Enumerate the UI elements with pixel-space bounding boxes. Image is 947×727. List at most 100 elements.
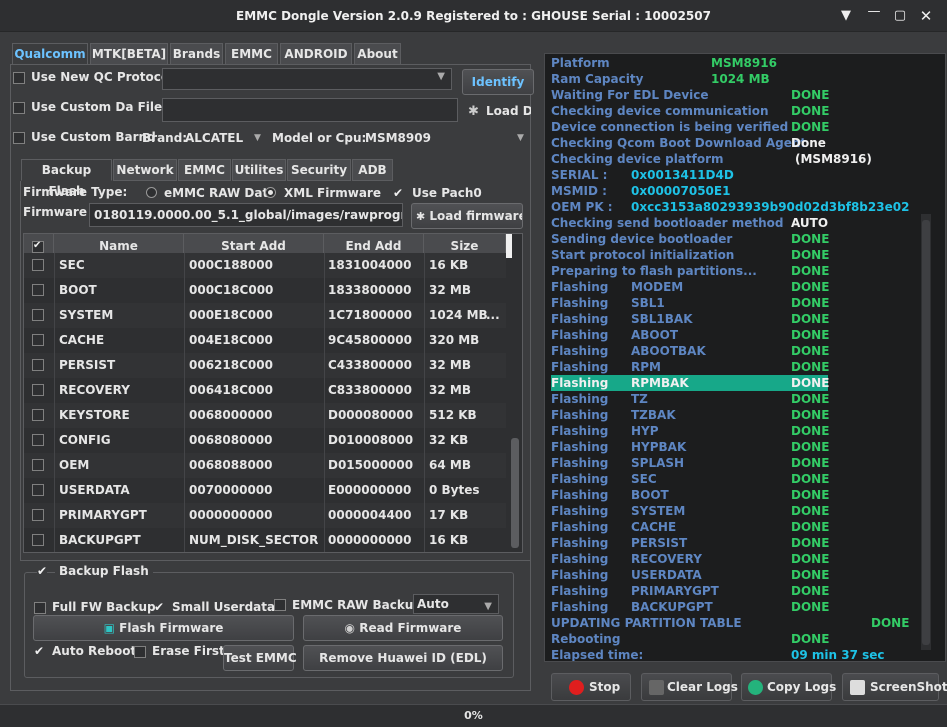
backup-flash-checkbox[interactable]: ✔	[37, 565, 48, 577]
log-key: UPDATING PARTITION TABLE	[551, 616, 742, 630]
column-divider	[184, 528, 185, 552]
load-da-button[interactable]: Load Da	[486, 104, 531, 118]
cell-end: 1C71800000	[328, 308, 412, 322]
scrollbar-thumb[interactable]	[511, 438, 519, 548]
copy-logs-button[interactable]: Copy Logs	[741, 673, 836, 701]
small-userdata-checkbox[interactable]: ✔	[154, 601, 164, 613]
log-value: DONE	[791, 456, 830, 470]
table-row[interactable]: BACKUPGPT NUM_DISK_SECTOR... 0000000000 16 …	[24, 528, 506, 552]
cell-name: USERDATA	[59, 483, 130, 497]
flash-firmware-label: Flash Firmware	[119, 621, 224, 635]
row-checkbox[interactable]	[32, 434, 44, 446]
emmc-raw-radio[interactable]	[146, 187, 157, 198]
row-checkbox[interactable]	[32, 309, 44, 321]
clear-logs-button[interactable]: Clear Logs	[641, 673, 738, 701]
subtab-network[interactable]: Network	[113, 159, 177, 181]
table-row[interactable]: KEYSTORE 0068000000 D000080000 512 KB	[24, 403, 506, 428]
identify-button[interactable]: Identify	[462, 69, 534, 95]
close-icon[interactable]: ✕	[916, 6, 936, 26]
row-checkbox[interactable]	[32, 459, 44, 471]
table-scrollbar[interactable]	[508, 258, 522, 552]
progress-text: 0%	[464, 709, 483, 722]
subtab-security[interactable]: Security	[287, 159, 351, 181]
use-custom-da-checkbox[interactable]	[13, 102, 25, 114]
log-scrollbar-thumb[interactable]	[922, 220, 930, 645]
custom-da-path-input[interactable]	[162, 98, 458, 122]
subtab-backup-flash[interactable]: Backup Flash	[21, 159, 112, 198]
tab-android[interactable]: ANDROID	[280, 43, 352, 65]
auto-reboot-checkbox[interactable]: ✔	[34, 645, 44, 657]
load-firmware-button[interactable]: ✱ Load firmware fi	[411, 203, 523, 229]
row-checkbox[interactable]	[32, 534, 44, 546]
table-row[interactable]: SEC 000C188000 1831004000 16 KB	[24, 253, 506, 278]
row-checkbox[interactable]	[32, 384, 44, 396]
model-select[interactable]: MSM8909	[365, 131, 431, 145]
read-firmware-button[interactable]: ◉ Read Firmware	[303, 615, 503, 641]
table-row[interactable]: OEM 0068088000 D015000000 64 MB	[24, 453, 506, 478]
chevron-down-icon: ▼	[484, 601, 492, 612]
backup-mode-select[interactable]: Auto ▼	[413, 594, 499, 614]
erase-first-checkbox[interactable]	[134, 646, 146, 658]
use-new-qc-protocol-checkbox[interactable]	[13, 72, 25, 84]
log-partition: SBL1	[631, 296, 665, 310]
subtab-utilites[interactable]: Utilites	[232, 159, 286, 181]
stop-button[interactable]: Stop	[551, 673, 631, 701]
row-checkbox[interactable]	[32, 284, 44, 296]
row-checkbox[interactable]	[32, 259, 44, 271]
row-checkbox[interactable]	[32, 334, 44, 346]
cell-start: 004E18C000	[189, 333, 273, 347]
cell-name: CONFIG	[59, 433, 111, 447]
table-row[interactable]: BOOT 000C18C000 1833800000 32 MB	[24, 278, 506, 303]
flash-firmware-button[interactable]: ▣ Flash Firmware	[33, 615, 294, 641]
column-divider	[184, 478, 185, 503]
log-value: DONE	[791, 328, 830, 342]
row-checkbox[interactable]	[32, 409, 44, 421]
table-row[interactable]: USERDATA 0070000000 E000000000 0 Bytes	[24, 478, 506, 503]
remove-huawei-id-button[interactable]: Remove Huawei ID (EDL)	[303, 645, 503, 671]
full-fw-backup-checkbox[interactable]	[34, 602, 46, 614]
log-value: DONE	[791, 584, 830, 598]
row-checkbox[interactable]	[32, 359, 44, 371]
log-key: OEM PK :	[551, 200, 613, 214]
firmware-path-input[interactable]: 0180119.0000.00_5.1_global/images/rawpro…	[89, 203, 403, 227]
table-row[interactable]: SYSTEM 000E18C000 1C71800000 1024 MB...	[24, 303, 506, 328]
log-value: 0xcc3153a80293939b90d02d3bf8b23e02	[631, 200, 910, 214]
tab-brands[interactable]: Brands	[170, 43, 223, 65]
qc-protocol-select[interactable]: ▼	[162, 68, 452, 90]
log-key: Flashing	[551, 344, 609, 358]
title-bar: EMMC Dongle Version 2.0.9 Registered to …	[0, 0, 947, 32]
menu-chevron-icon[interactable]: ▼	[836, 6, 856, 26]
tab-about[interactable]: About	[354, 43, 401, 65]
row-checkbox[interactable]	[32, 484, 44, 496]
column-divider	[54, 428, 55, 453]
disc-icon: ◉	[344, 621, 356, 635]
column-divider	[184, 503, 185, 528]
xml-firmware-radio[interactable]	[265, 187, 276, 198]
table-row[interactable]: PERSIST 006218C000 C433800000 32 MB	[24, 353, 506, 378]
minimize-icon[interactable]: —	[864, 2, 884, 22]
table-row[interactable]: CONFIG 0068080000 D010008000 32 KB	[24, 428, 506, 453]
chevron-down-icon: ▼	[437, 71, 445, 82]
table-row[interactable]: PRIMARYGPT 0000000000 0000004400 17 KB	[24, 503, 506, 528]
column-divider	[54, 328, 55, 353]
cell-end: 1833800000	[328, 283, 412, 297]
brand-select[interactable]: ALCATEL	[185, 131, 243, 145]
use-custom-brand-checkbox[interactable]	[13, 132, 25, 144]
subtab-adb[interactable]: ADB	[352, 159, 393, 181]
table-row[interactable]: CACHE 004E18C000 9C45800000 320 MB	[24, 328, 506, 353]
tab-mtk-beta[interactable]: MTK[BETA]	[90, 43, 168, 65]
tab-qualcomm[interactable]: Qualcomm	[12, 43, 88, 65]
log-value: 1024 MB	[711, 72, 770, 86]
table-row[interactable]: RECOVERY 006418C000 C833800000 32 MB	[24, 378, 506, 403]
cell-size: 32 MB	[429, 383, 471, 397]
row-checkbox[interactable]	[32, 509, 44, 521]
use-patch-checkbox[interactable]: ✔	[393, 187, 403, 199]
emmc-raw-backup-checkbox[interactable]	[274, 599, 286, 611]
test-emmc-button[interactable]: Test EMMC	[223, 645, 297, 671]
column-divider	[184, 328, 185, 353]
tab-emmc[interactable]: EMMC	[225, 43, 278, 65]
log-scrollbar[interactable]	[921, 214, 931, 650]
maximize-icon[interactable]: ▢	[890, 6, 910, 26]
screenshot-button[interactable]: ScreenShot	[842, 673, 947, 701]
subtab-emmc[interactable]: EMMC	[178, 159, 231, 181]
